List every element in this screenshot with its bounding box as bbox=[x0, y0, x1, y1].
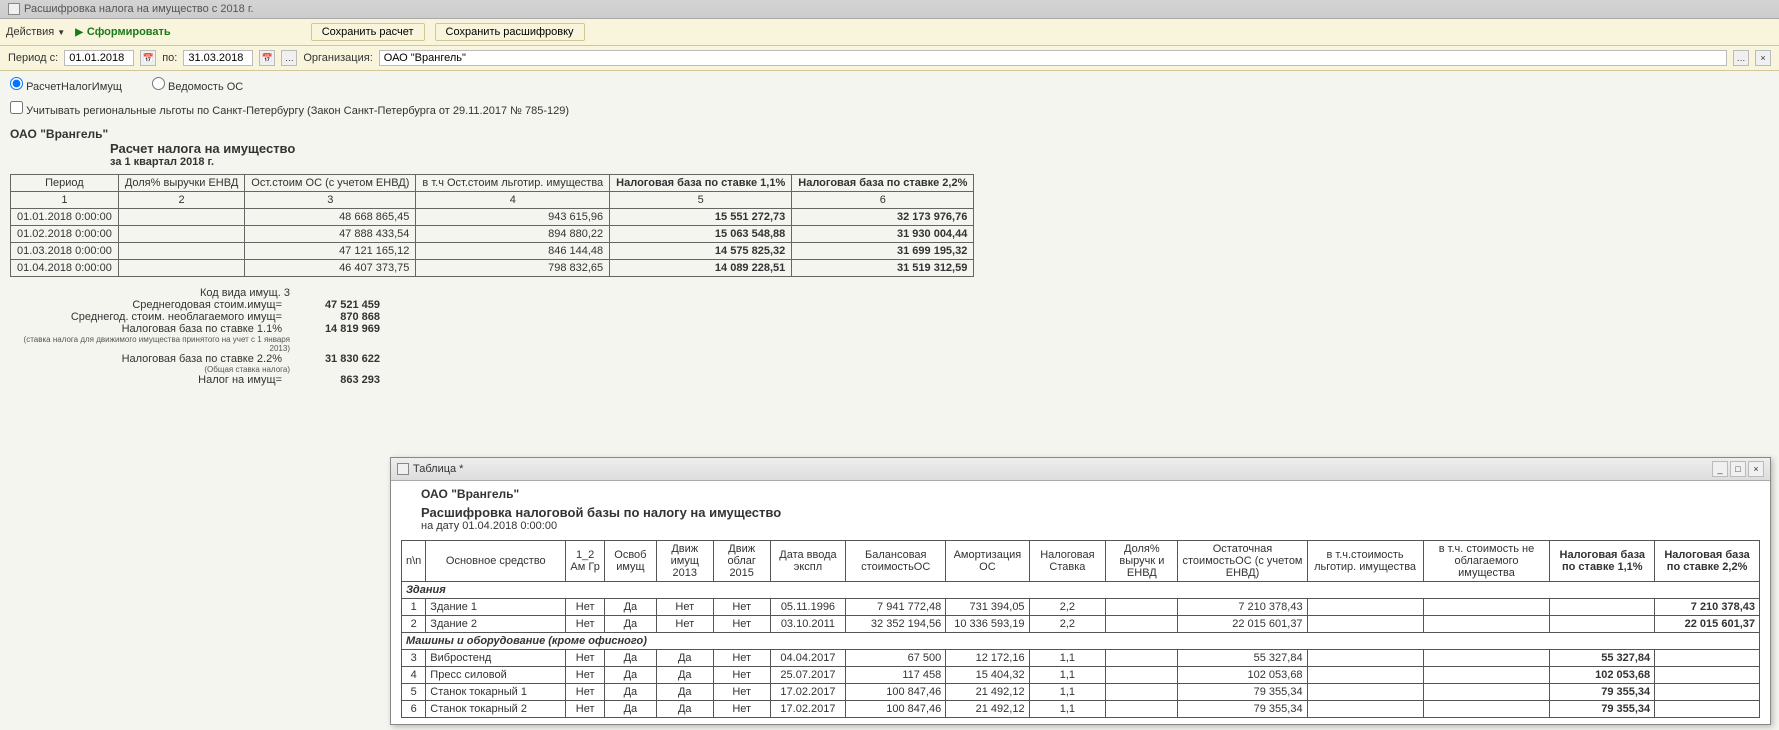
table-row[interactable]: 01.03.2018 0:00:0047 121 165,12846 144,4… bbox=[11, 243, 974, 260]
close-button[interactable]: × bbox=[1748, 461, 1764, 477]
main-toolbar: Действия ▼ ▶Сформировать Сохранить расче… bbox=[0, 19, 1779, 46]
col-ost: Ост.стоим ОС (с учетом ЕНВД) bbox=[245, 175, 416, 192]
save-detail-button[interactable]: Сохранить расшифровку bbox=[435, 23, 585, 41]
report-area: ОАО "Врангель" Расчет налога на имуществ… bbox=[0, 123, 1779, 390]
detail-ondate: на дату 01.04.2018 0:00:00 bbox=[421, 520, 1760, 532]
period-to-label: по: bbox=[162, 52, 177, 64]
detail-title: Расшифровка налоговой базы по налогу на … bbox=[421, 505, 1760, 520]
report-title: Расчет налога на имущество bbox=[110, 141, 1769, 156]
kod-label: Код вида имущ. 3 bbox=[200, 287, 1769, 299]
report-org: ОАО "Врангель" bbox=[10, 127, 1769, 141]
regional-check-row: Учитывать региональные льготы по Санкт-П… bbox=[0, 99, 1779, 123]
section-header: Машины и оборудование (кроме офисного) bbox=[402, 633, 1760, 650]
table-row[interactable]: 2Здание 2НетДаНетНет03.10.201132 352 194… bbox=[402, 616, 1760, 633]
col-lgot: в т.ч Ост.стоим льготир. имущества bbox=[416, 175, 610, 192]
summary-row: Налог на имущ=863 293 bbox=[10, 374, 1769, 386]
radio-calc[interactable]: РасчетНалогИмущ bbox=[10, 77, 122, 93]
date-to-input[interactable] bbox=[183, 50, 253, 66]
summary-row: Среднегодовая стоим.имущ=47 521 459 bbox=[10, 299, 1769, 311]
detail-org: ОАО "Врангель" bbox=[421, 487, 1760, 501]
table-row[interactable]: 3ВибростендНетДаДаНет04.04.201767 50012 … bbox=[402, 650, 1760, 667]
col-period: Период bbox=[11, 175, 119, 192]
detail-window: Таблица * _ □ × ОАО "Врангель" Расшифров… bbox=[390, 457, 1771, 725]
calendar-to-icon[interactable]: 📅 bbox=[259, 50, 275, 66]
regional-checkbox[interactable]: Учитывать региональные льготы по Санкт-П… bbox=[10, 101, 569, 117]
period-row: Период с: 📅 по: 📅 … Организация: … × bbox=[0, 46, 1779, 71]
summary-row: Среднегод. стоим. необлагаемого имущ=870… bbox=[10, 311, 1769, 323]
window-titlebar: Расшифровка налога на имущество с 2018 г… bbox=[0, 0, 1779, 19]
col-base22: Налоговая база по ставке 2,2% bbox=[792, 175, 974, 192]
window-title: Расшифровка налога на имущество с 2018 г… bbox=[24, 3, 254, 15]
play-icon: ▶ bbox=[75, 27, 83, 38]
col-share: Доля% выручки ЕНВД bbox=[118, 175, 244, 192]
detail-titlebar[interactable]: Таблица * _ □ × bbox=[391, 458, 1770, 481]
summary-block: Код вида имущ. 3 Среднегодовая стоим.иму… bbox=[10, 287, 1769, 386]
actions-menu[interactable]: Действия ▼ bbox=[6, 26, 65, 38]
table-row[interactable]: 6Станок токарный 2НетДаДаНет17.02.201710… bbox=[402, 701, 1760, 718]
report-type-radio-group: РасчетНалогИмущ Ведомость ОС bbox=[0, 71, 1779, 99]
org-input[interactable] bbox=[379, 50, 1727, 66]
table-row[interactable]: 4Пресс силовойНетДаДаНет25.07.2017117 45… bbox=[402, 667, 1760, 684]
calc-table: Период Доля% выручки ЕНВД Ост.стоим ОС (… bbox=[10, 174, 974, 277]
table-row[interactable]: 01.04.2018 0:00:0046 407 373,75798 832,6… bbox=[11, 260, 974, 277]
maximize-button[interactable]: □ bbox=[1730, 461, 1746, 477]
summary-row: Налоговая база по ставке 1.1%14 819 969 bbox=[10, 323, 1769, 335]
report-subtitle: за 1 квартал 2018 г. bbox=[110, 156, 1769, 168]
table-row[interactable]: 01.01.2018 0:00:0048 668 865,45943 615,9… bbox=[11, 209, 974, 226]
summary-row: Налоговая база по ставке 2.2%31 830 622 bbox=[10, 353, 1769, 365]
org-picker-button[interactable]: … bbox=[1733, 50, 1749, 66]
org-clear-button[interactable]: × bbox=[1755, 50, 1771, 66]
org-label: Организация: bbox=[303, 52, 372, 64]
date-from-input[interactable] bbox=[64, 50, 134, 66]
radio-vedom[interactable]: Ведомость ОС bbox=[152, 77, 243, 93]
table-row[interactable]: 01.02.2018 0:00:0047 888 433,54894 880,2… bbox=[11, 226, 974, 243]
section-header: Здания bbox=[402, 582, 1760, 599]
detail-window-title: Таблица * bbox=[413, 463, 463, 475]
period-picker-button[interactable]: … bbox=[281, 50, 297, 66]
table-row[interactable]: 1Здание 1НетДаНетНет05.11.19967 941 772,… bbox=[402, 599, 1760, 616]
form-button[interactable]: ▶Сформировать bbox=[75, 26, 171, 38]
period-from-label: Период с: bbox=[8, 52, 58, 64]
table-row[interactable]: 5Станок токарный 1НетДаДаНет17.02.201710… bbox=[402, 684, 1760, 701]
col-base11: Налоговая база по ставке 1,1% bbox=[610, 175, 792, 192]
minimize-button[interactable]: _ bbox=[1712, 461, 1728, 477]
app-icon bbox=[8, 3, 20, 15]
save-calc-button[interactable]: Сохранить расчет bbox=[311, 23, 425, 41]
detail-table: n\n Основное средство 1_2 Ам Гр Освоб им… bbox=[401, 540, 1760, 718]
detail-window-icon bbox=[397, 463, 409, 475]
calendar-from-icon[interactable]: 📅 bbox=[140, 50, 156, 66]
